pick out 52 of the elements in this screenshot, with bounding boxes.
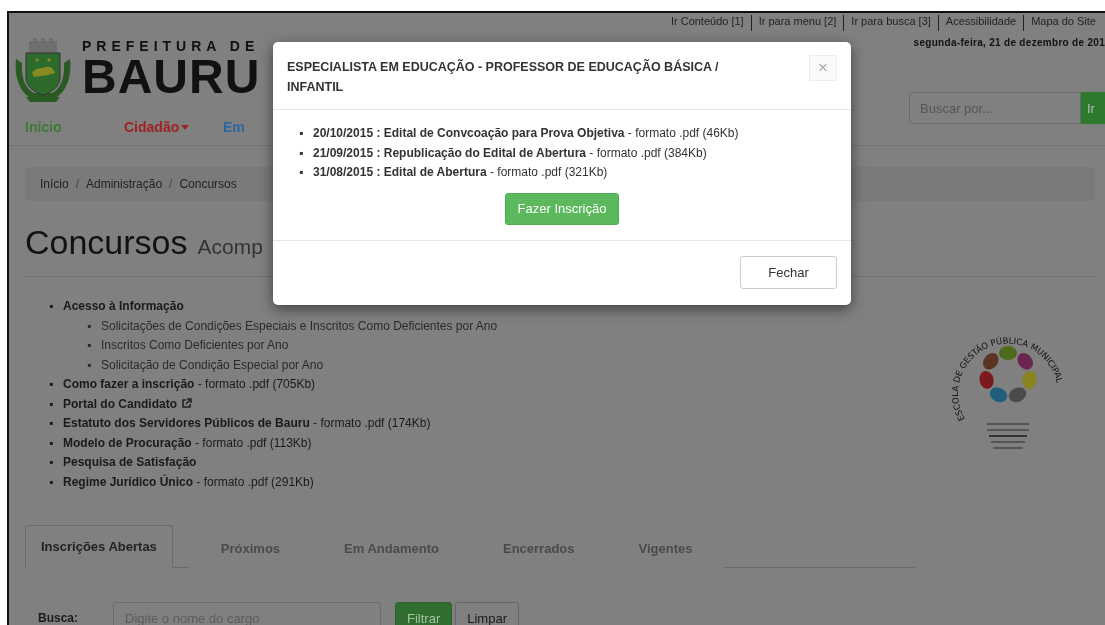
bullet: ▪	[49, 473, 54, 491]
skip-link[interactable]: Ir Conteúdo [1]	[663, 15, 751, 31]
document-link[interactable]: Solicitação de Condição Especial por Ano	[101, 357, 324, 372]
bullet: ▪	[49, 454, 54, 471]
bullet: ▪	[299, 164, 304, 181]
document-link[interactable]: Regime Jurídico Único - formato .pdf (291Kb)	[63, 474, 314, 489]
search-button[interactable]: Ir	[1081, 92, 1105, 124]
document-link[interactable]: Estatuto dos Servidores Públicos de Bauru - formato .pdf (174Kb)	[63, 416, 431, 430]
bullet: ▪	[49, 395, 54, 413]
document-link[interactable]: Pesquisa de Satisfação	[63, 455, 197, 469]
breadcrumb-separator: /	[74, 177, 81, 191]
breadcrumb-link[interactable]: Concursos	[179, 177, 237, 191]
register-button[interactable]: Fazer Inscrição	[504, 192, 620, 225]
clear-button[interactable]: Limpar	[455, 602, 519, 625]
external-link-icon	[181, 397, 192, 409]
bullet: ▪	[49, 434, 54, 452]
document-link[interactable]: Solicitações de Condições Especiais e Inscritos Como Deficientes por Ano	[101, 318, 498, 333]
skip-link[interactable]: Ir para menu [2]	[750, 15, 844, 31]
current-date: segunda-feira, 21 de dezembro de 201	[913, 37, 1105, 48]
skip-link[interactable]: Mapa do Site	[1023, 15, 1103, 31]
close-button[interactable]: ×	[809, 55, 837, 81]
bullet: ▪	[49, 376, 54, 393]
logo-text: PREFEITURA DE	[82, 39, 261, 53]
bullet: ▪	[299, 144, 304, 162]
skip-link[interactable]: Acessibilidade	[937, 15, 1024, 31]
document-link[interactable]: Inscritos Como Deficientes por Ano	[101, 338, 289, 352]
filter-button[interactable]: Filtrar	[395, 602, 453, 625]
bullet: ▪	[87, 356, 92, 374]
document-link[interactable]: 21/09/2015 : Republicação do Edital de Abertura - formato .pdf (384Kb)	[313, 145, 707, 160]
document-link[interactable]: 20/10/2015 : Edital de Convcoação para Prova Objetiva - formato .pdf (46Kb)	[313, 126, 739, 140]
breadcrumb-link[interactable]: Administração	[86, 177, 163, 191]
tab[interactable]: Inscrições Abertas	[25, 525, 173, 568]
bullet: ▪	[87, 337, 92, 354]
bullet: ▪	[49, 298, 54, 315]
page-subtitle: Acomp	[197, 235, 263, 259]
breadcrumb-separator: /	[168, 177, 174, 191]
bullet: ▪	[299, 125, 304, 142]
bullet: ▪	[87, 317, 92, 335]
modal-title: ESPECIALISTA EM EDUCAÇÃO - PROFESSOR DE EDUCAÇÃO BÁSICA / INFANTIL	[287, 58, 720, 96]
page-title: Concursos	[25, 223, 188, 262]
logo-title: BAURU	[82, 53, 261, 101]
document-link[interactable]: Portal do Candidato	[63, 396, 192, 411]
document-link[interactable]: Como fazer a inscrição - formato .pdf (705Kb)	[63, 377, 316, 391]
caret-icon	[181, 124, 190, 130]
skip-link[interactable]: Ir para busca [3]	[843, 15, 938, 31]
close-dialog-button[interactable]: Fechar	[740, 256, 837, 289]
breadcrumb-link[interactable]: Início	[40, 177, 69, 191]
document-link[interactable]: Acesso à Informação	[63, 299, 184, 313]
field-label: Busca:	[38, 611, 79, 625]
document-link[interactable]: Modelo de Procuração - formato .pdf (113Kb)	[63, 435, 312, 450]
document-link[interactable]: 31/08/2015 : Edital de Abertura - formato .pdf (321Kb)	[313, 165, 608, 179]
bullet: ▪	[49, 415, 54, 432]
